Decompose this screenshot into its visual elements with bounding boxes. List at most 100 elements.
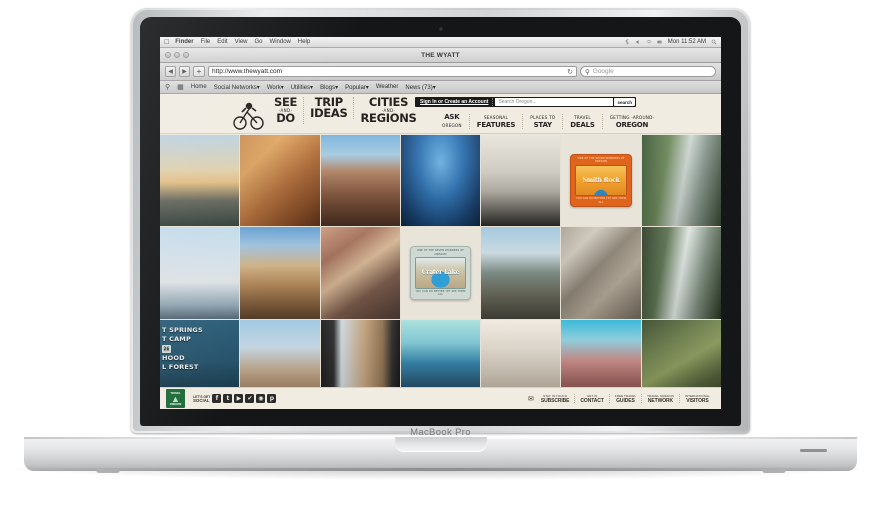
smith-rock-badge-top-text: ONE OF THE SEVEN WONDERS OF OREGON [577, 157, 625, 164]
google-search-icon: ⚲ [585, 68, 590, 76]
volume-icon[interactable] [635, 39, 641, 45]
facebook-icon[interactable]: f [212, 394, 222, 403]
nav-ask-label: ASK [444, 113, 460, 121]
bookmark-news[interactable]: News (73)▾ [405, 84, 435, 91]
menubar-item-window[interactable]: Window [270, 39, 291, 45]
window-title: THE WYATT [421, 51, 460, 59]
nav-ask-sub: OREGON [442, 122, 462, 128]
bookmark-blogs[interactable]: Blogs▾ [320, 84, 338, 91]
site-search-input[interactable]: Search Oregon... [495, 98, 614, 106]
tile-painted-hills-landscape[interactable] [320, 135, 400, 227]
tile-oregon-coast-rocks[interactable] [481, 227, 561, 319]
nav-ask-oregon[interactable]: ASK OREGON [435, 113, 470, 129]
menubar-item-view[interactable]: View [235, 39, 248, 45]
nav-stay-label: STAY [533, 120, 552, 129]
bluetooth-icon[interactable] [624, 39, 630, 45]
bookmark-utilities[interactable]: Utilities▾ [291, 84, 313, 91]
instagram-icon[interactable]: ◉ [256, 394, 266, 403]
menubar-item-help[interactable]: Help [298, 39, 310, 45]
macbook-pro-laptop:  Finder File Edit View Go Window Help M… [0, 0, 881, 513]
tile-ski-lift-in-snow[interactable] [160, 227, 240, 319]
tile-forest-waterfall[interactable] [641, 135, 721, 227]
spotlight-icon[interactable] [711, 39, 717, 45]
top-sites-icon[interactable]: ▦ [177, 83, 184, 91]
footer-link-international-visitors[interactable]: INTERNATIONAL VISITORS [680, 394, 715, 403]
menubar-status-area: Mon 11:52 AM [624, 39, 717, 45]
nav-cities-label: CITIES [368, 95, 409, 109]
laptop-lid-notch [395, 437, 487, 452]
menubar-clock[interactable]: Mon 11:52 AM [668, 39, 706, 45]
fir-tree-icon: ▲ [171, 393, 180, 404]
utility-bar: Sign In or Create an Account Search Oreg… [415, 97, 636, 107]
back-button[interactable]: ◀ [165, 66, 176, 77]
reading-list-icon[interactable]: ⚲ [165, 83, 170, 91]
nav-regions-label: REGIONS [360, 111, 417, 125]
crater-lake-badge-top-text: ONE OF THE SEVEN WONDERS OF OREGON [417, 249, 464, 256]
youtube-icon[interactable]: ▶ [234, 394, 244, 403]
bicycle-rider-logo[interactable] [232, 99, 264, 131]
nav-places-to-stay[interactable]: PLACES TO STAY [523, 114, 564, 129]
website-viewport: SEE -AND- DO TRIP IDEAS CITIES -AND- REG… [160, 94, 721, 409]
forest-sign-line3: HOOD [162, 353, 185, 362]
footer-link-guides[interactable]: FREE TRAVEL GUIDES [610, 393, 643, 404]
nav-travel-deals[interactable]: TRAVEL DEALS [563, 114, 603, 129]
tile-hiker-on-cliff-silhouette[interactable] [481, 135, 561, 227]
bookmark-social-networks[interactable]: Social Networks▾ [214, 84, 260, 91]
menubar-item-edit[interactable]: Edit [217, 39, 227, 45]
travel-oregon-logo[interactable]: TRAVEL ▲ OREGON [166, 389, 185, 408]
bookmark-home[interactable]: Home [191, 84, 207, 90]
tile-crater-lake-badge[interactable]: ONE OF THE SEVEN WONDERS OF OREGON Crate… [400, 227, 481, 319]
menubar-item-finder[interactable]: Finder [175, 39, 193, 45]
forest-sign-line1: T SPRINGS [162, 325, 203, 334]
foursquare-icon[interactable]: ✔ [245, 394, 255, 403]
nav-cities-and-regions[interactable]: CITIES -AND- REGIONS [354, 95, 422, 125]
footer-visitors-big: VISITORS [686, 397, 709, 404]
pinterest-icon[interactable]: p [267, 394, 277, 403]
crater-lake-badge-core: Crater Lake [414, 257, 467, 289]
footer-link-contact[interactable]: GET IN CONTACT [575, 393, 610, 404]
tile-painted-hills-closeup[interactable] [320, 227, 400, 319]
social-label: LET'S GET SOCIAL [193, 395, 210, 403]
tile-whitewater-kayakers[interactable] [561, 227, 641, 319]
menubar-item-file[interactable]: File [201, 39, 211, 45]
primary-navigation: SEE -AND- DO TRIP IDEAS CITIES -AND- REG… [268, 95, 423, 125]
travel-oregon-logo-bottom: OREGON [169, 402, 182, 406]
footer-guides-big: GUIDES [616, 397, 635, 404]
nav-trip-ideas[interactable]: TRIP IDEAS [304, 96, 355, 119]
forward-button[interactable]: ▶ [179, 66, 190, 77]
crater-lake-badge-bottom-text: YOU CAN DO BETTER YET SEE THEM ALL [415, 289, 466, 297]
smith-rock-badge-title: Smith Rock [582, 177, 620, 185]
menubar-item-go[interactable]: Go [255, 39, 263, 45]
add-bookmark-button[interactable]: + [193, 66, 205, 77]
reload-icon[interactable]: ↻ [567, 68, 573, 76]
bookmark-work[interactable]: Work▾ [267, 84, 284, 91]
address-bar-url: http://www.thewyatt.com [212, 68, 283, 75]
nav-do-label: DO [276, 111, 295, 125]
bookmark-weather[interactable]: Weather [376, 84, 399, 90]
tile-smith-rock-spires[interactable] [240, 227, 320, 319]
apple-icon[interactable]:  [164, 39, 169, 46]
tile-sunset-over-valley[interactable] [160, 135, 240, 227]
tile-multnomah-falls[interactable] [641, 227, 721, 319]
sign-in-link[interactable]: Sign In or Create an Account [416, 98, 494, 106]
social-links: LET'S GET SOCIAL f t ▶ ✔ ◉ p [193, 394, 277, 403]
wifi-icon[interactable] [646, 39, 652, 45]
footer-network-big: NETWORK [647, 397, 674, 404]
tile-rock-climbers-on-cliff[interactable] [240, 135, 320, 227]
site-search-button[interactable]: search [614, 98, 635, 106]
footer-link-network[interactable]: TRAVEL OREGON NETWORK [642, 393, 680, 404]
laptop-side-port [800, 449, 827, 452]
battery-icon[interactable] [656, 39, 663, 45]
footer-link-subscribe[interactable]: STAY IN TOUCH SUBSCRIBE [536, 393, 576, 404]
address-bar[interactable]: http://www.thewyatt.com ↻ [208, 66, 577, 77]
nav-seasonal-features[interactable]: SEASONAL FEATURES [470, 114, 524, 129]
tile-crater-lake-aerial[interactable] [400, 135, 481, 227]
nav-getting-around-oregon[interactable]: GETTING -AROUND- OREGON [603, 114, 662, 129]
bookmarks-bar: ⚲ ▦ Home Social Networks▾ Work▾ Utilitie… [160, 81, 721, 94]
nav-see-and-do[interactable]: SEE -AND- DO [268, 96, 305, 125]
bookmark-popular[interactable]: Popular▾ [345, 84, 369, 91]
twitter-icon[interactable]: t [223, 394, 233, 403]
smith-rock-badge-core: Smith Rock [575, 164, 627, 197]
google-search-input[interactable]: ⚲ Google [580, 66, 716, 77]
tile-smith-rock-badge[interactable]: ONE OF THE SEVEN WONDERS OF OREGON Smith… [561, 135, 641, 227]
